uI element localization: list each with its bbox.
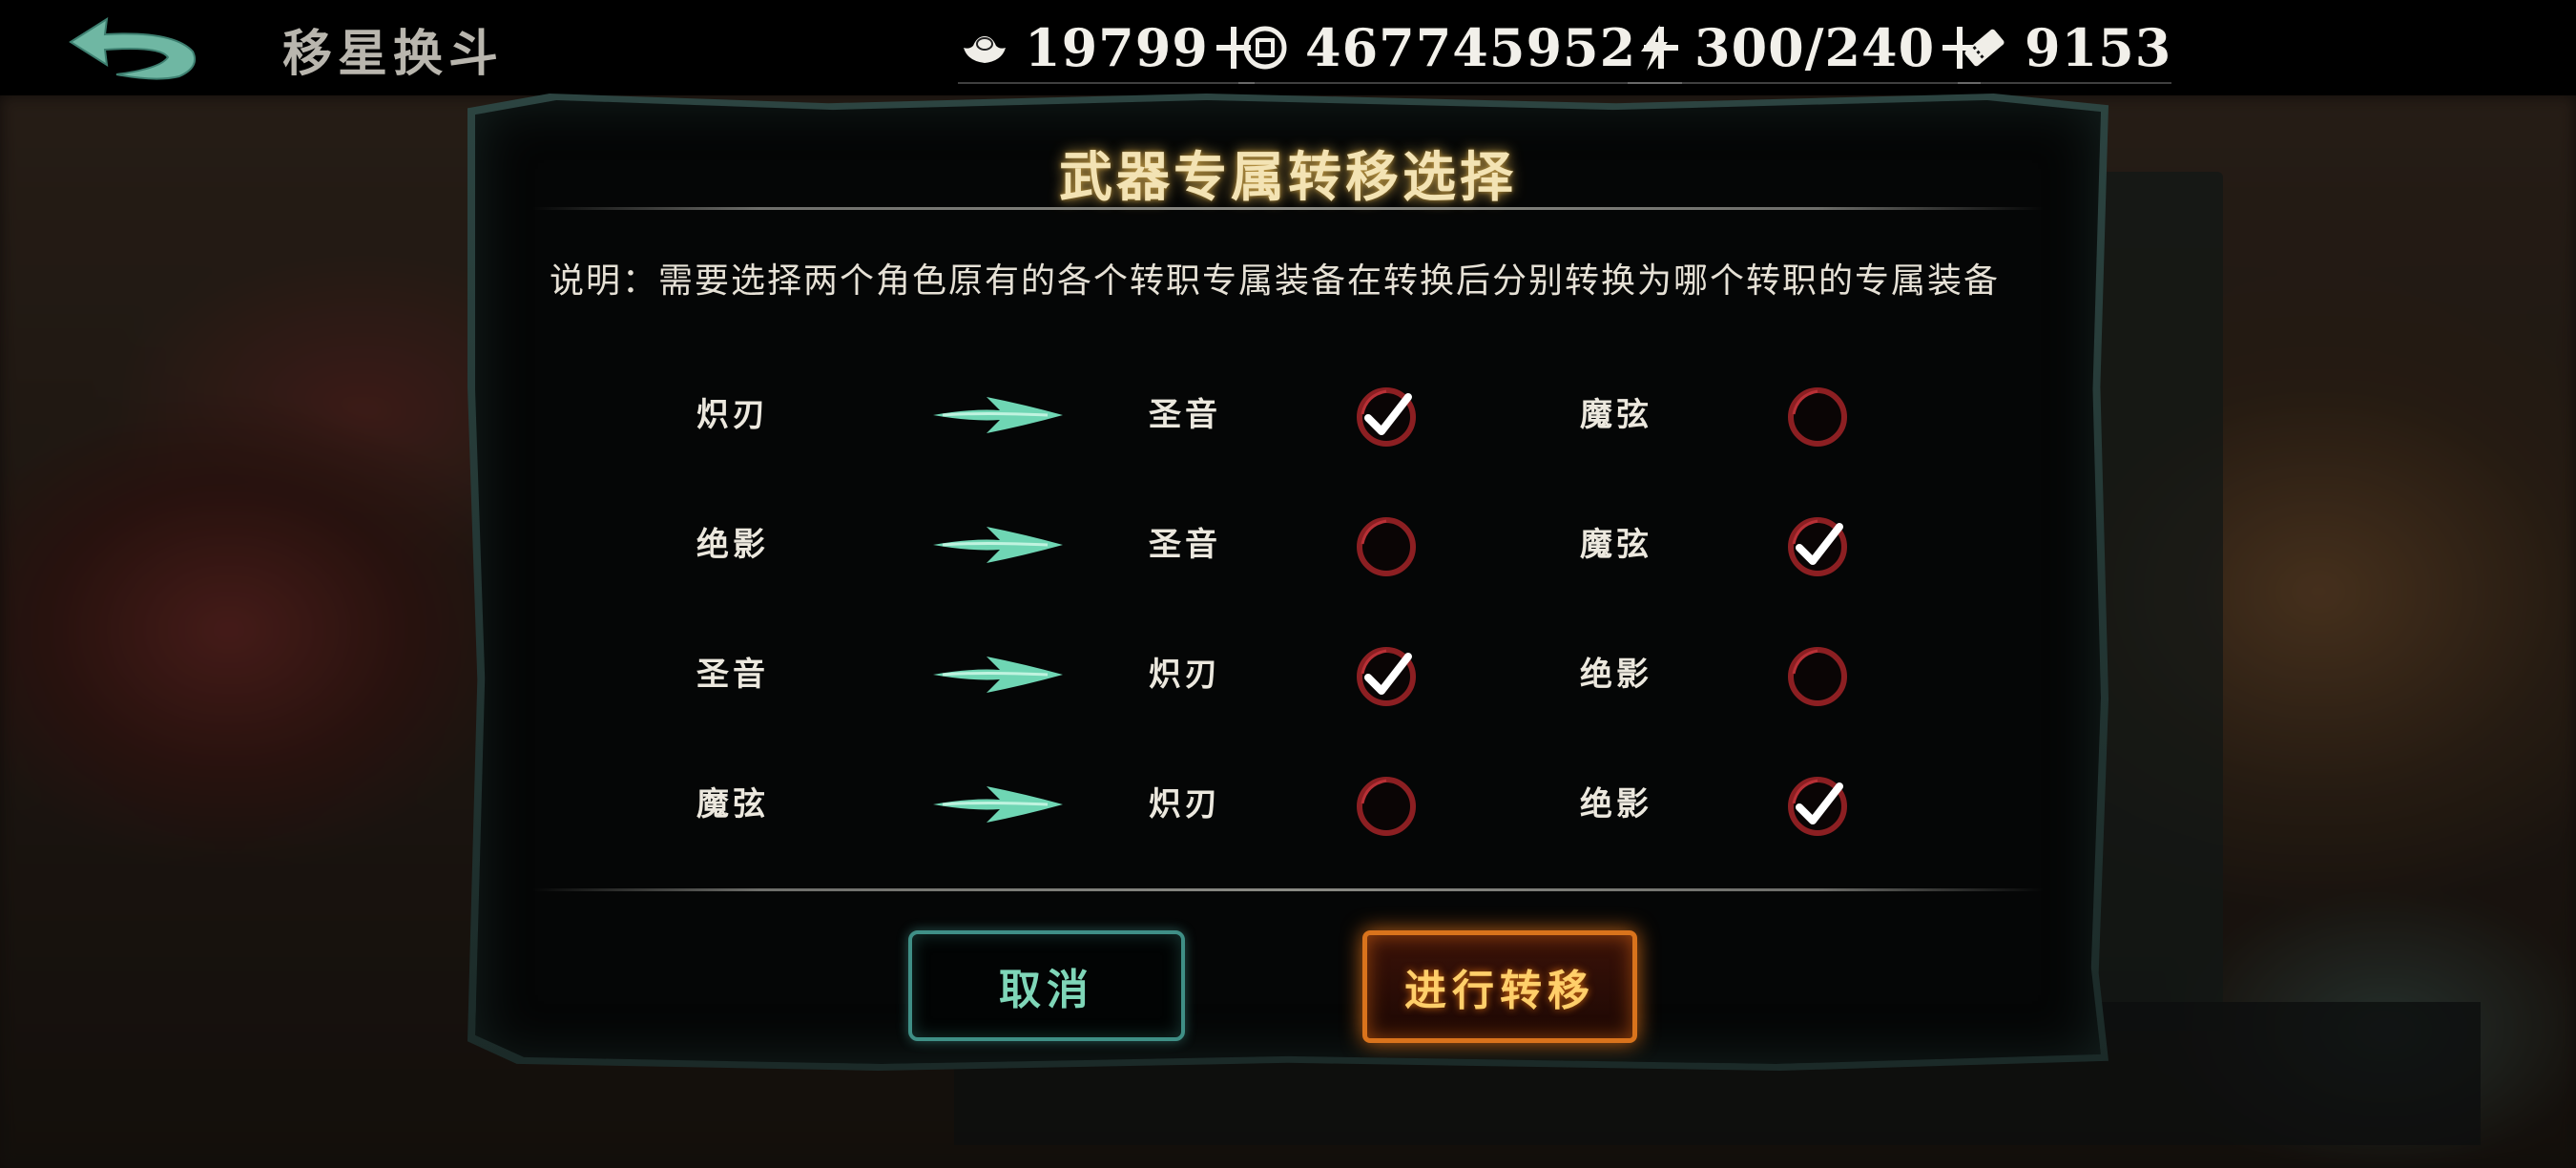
resource-gold: 19799 bbox=[958, 13, 1255, 84]
resource-coin: 467745952 bbox=[1238, 13, 1683, 84]
dialog-description: 说明：需要选择两个角色原有的各个转职专属装备在转换后分别转换为哪个转职的专属装备 bbox=[550, 261, 2001, 301]
coin-icon bbox=[1243, 26, 1287, 70]
resource-energy: 300/240 bbox=[1628, 13, 1982, 84]
dialog-title: 武器专属转移选择 bbox=[1059, 146, 1517, 209]
arrow-right-icon bbox=[933, 786, 1063, 823]
gold-ingot-icon bbox=[964, 36, 1006, 63]
back-arrow-icon bbox=[69, 17, 197, 80]
mapping-row: 圣音 炽刃 绝影 bbox=[475, 632, 2101, 718]
option-b-checkbox-checked[interactable] bbox=[1786, 775, 1849, 838]
option-b-label: 绝影 bbox=[1580, 785, 1652, 824]
resource-ticket: 9153 bbox=[1958, 13, 2172, 84]
source-class-label: 魔弦 bbox=[696, 785, 769, 824]
top-divider bbox=[532, 207, 2044, 210]
ticket-value: 9153 bbox=[2025, 17, 2172, 78]
bottom-divider bbox=[532, 888, 2044, 891]
gold-value: 19799 bbox=[1025, 17, 1209, 78]
page-title: 移星换斗 bbox=[282, 25, 505, 83]
cancel-button[interactable]: 取消 bbox=[908, 930, 1185, 1041]
option-a-checkbox[interactable] bbox=[1355, 775, 1418, 838]
back-button[interactable] bbox=[61, 13, 204, 86]
source-class-label: 炽刃 bbox=[696, 396, 769, 434]
arrow-right-icon bbox=[933, 657, 1063, 693]
arrow-right-icon bbox=[933, 527, 1063, 563]
option-b-label: 魔弦 bbox=[1580, 526, 1652, 564]
source-class-label: 绝影 bbox=[696, 526, 769, 564]
option-b-checkbox-checked[interactable] bbox=[1786, 515, 1849, 578]
option-b-checkbox[interactable] bbox=[1786, 386, 1849, 448]
option-a-label: 炽刃 bbox=[1149, 656, 1221, 694]
option-b-checkbox[interactable] bbox=[1786, 645, 1849, 708]
transfer-dialog: 武器专属转移选择 说明：需要选择两个角色原有的各个转职专属装备在转换后分别转换为… bbox=[475, 100, 2101, 1064]
option-a-checkbox-checked[interactable] bbox=[1355, 645, 1418, 708]
top-bar: 移星换斗 19799 467745952 300/240 9153 bbox=[0, 0, 2576, 95]
option-a-checkbox[interactable] bbox=[1355, 515, 1418, 578]
option-b-label: 魔弦 bbox=[1580, 396, 1652, 434]
mapping-row: 魔弦 炽刃 绝影 bbox=[475, 761, 2101, 847]
mapping-row: 绝影 圣音 魔弦 bbox=[475, 502, 2101, 588]
option-a-label: 炽刃 bbox=[1149, 785, 1221, 824]
mapping-row: 炽刃 圣音 魔弦 bbox=[475, 372, 2101, 458]
arrow-right-icon bbox=[933, 397, 1063, 433]
source-class-label: 圣音 bbox=[696, 656, 769, 694]
ticket-icon bbox=[1964, 29, 2005, 67]
option-a-label: 圣音 bbox=[1149, 396, 1221, 434]
option-a-label: 圣音 bbox=[1149, 526, 1221, 564]
option-b-label: 绝影 bbox=[1580, 656, 1652, 694]
confirm-transfer-button[interactable]: 进行转移 bbox=[1362, 930, 1637, 1043]
coin-value: 467745952 bbox=[1305, 17, 1637, 78]
lightning-icon bbox=[1641, 25, 1668, 71]
energy-value: 300/240 bbox=[1694, 17, 1936, 78]
option-a-checkbox-checked[interactable] bbox=[1355, 386, 1418, 448]
